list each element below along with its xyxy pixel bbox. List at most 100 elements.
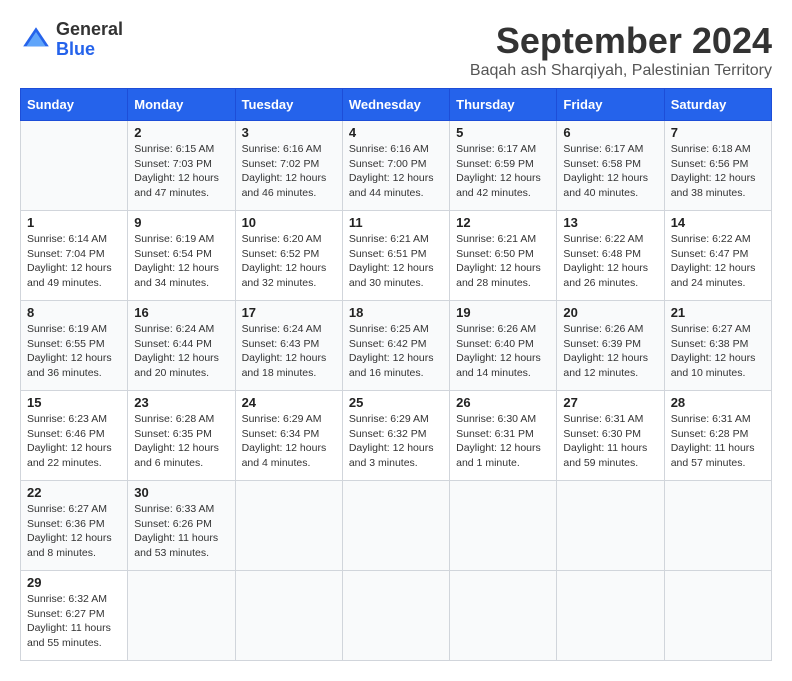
calendar-cell: 29 Sunrise: 6:32 AMSunset: 6:27 PMDayligh… [21, 571, 128, 661]
day-info: Sunrise: 6:23 AMSunset: 6:46 PMDaylight:… [27, 412, 121, 471]
day-number: 28 [671, 395, 765, 410]
header-day-tuesday: Tuesday [235, 89, 342, 121]
day-info: Sunrise: 6:21 AMSunset: 6:51 PMDaylight:… [349, 232, 443, 291]
day-number: 17 [242, 305, 336, 320]
day-number: 18 [349, 305, 443, 320]
day-number: 16 [134, 305, 228, 320]
day-info: Sunrise: 6:20 AMSunset: 6:52 PMDaylight:… [242, 232, 336, 291]
day-info: Sunrise: 6:17 AMSunset: 6:59 PMDaylight:… [456, 142, 550, 201]
day-number: 14 [671, 215, 765, 230]
day-info: Sunrise: 6:17 AMSunset: 6:58 PMDaylight:… [563, 142, 657, 201]
day-info: Sunrise: 6:18 AMSunset: 6:56 PMDaylight:… [671, 142, 765, 201]
title-section: September 2024 Baqah ash Sharqiyah, Pale… [470, 20, 772, 80]
calendar-cell: 18Sunrise: 6:25 AMSunset: 6:42 PMDayligh… [342, 301, 449, 391]
day-info: Sunrise: 6:31 AMSunset: 6:30 PMDaylight:… [563, 412, 657, 471]
calendar-cell [21, 121, 128, 211]
location-subtitle: Baqah ash Sharqiyah, Palestinian Territo… [470, 62, 772, 80]
calendar-cell: 6Sunrise: 6:17 AMSunset: 6:58 PMDaylight… [557, 121, 664, 211]
header-row: SundayMondayTuesdayWednesdayThursdayFrid… [21, 89, 772, 121]
day-info: Sunrise: 6:22 AMSunset: 6:48 PMDaylight:… [563, 232, 657, 291]
day-number: 20 [563, 305, 657, 320]
day-number: 11 [349, 215, 443, 230]
calendar-cell [557, 481, 664, 571]
calendar-cell: 23Sunrise: 6:28 AMSunset: 6:35 PMDayligh… [128, 391, 235, 481]
day-info: Sunrise: 6:24 AMSunset: 6:43 PMDaylight:… [242, 322, 336, 381]
calendar-cell: 5 Sunrise: 6:17 AMSunset: 6:59 PMDaylight… [450, 121, 557, 211]
calendar-row: 15 Sunrise: 6:23 AMSunset: 6:46 PMDayligh… [21, 391, 772, 481]
calendar-row: 2 Sunrise: 6:15 AMSunset: 7:03 PMDaylight… [21, 121, 772, 211]
calendar-table: SundayMondayTuesdayWednesdayThursdayFrid… [20, 88, 772, 661]
page-header: General Blue September 2024 Baqah ash Sh… [20, 20, 772, 80]
calendar-cell: 20 Sunrise: 6:26 AMSunset: 6:39 PMDayligh… [557, 301, 664, 391]
calendar-cell: 16 Sunrise: 6:24 AMSunset: 6:44 PMDayligh… [128, 301, 235, 391]
day-number: 3 [242, 125, 336, 140]
day-info: Sunrise: 6:27 AMSunset: 6:36 PMDaylight:… [27, 502, 121, 561]
calendar-cell: 15 Sunrise: 6:23 AMSunset: 6:46 PMDayligh… [21, 391, 128, 481]
day-info: Sunrise: 6:26 AMSunset: 6:40 PMDaylight:… [456, 322, 550, 381]
day-number: 24 [242, 395, 336, 410]
day-info: Sunrise: 6:19 AMSunset: 6:54 PMDaylight:… [134, 232, 228, 291]
day-number: 4 [349, 125, 443, 140]
calendar-row: 8 Sunrise: 6:19 AMSunset: 6:55 PMDaylight… [21, 301, 772, 391]
calendar-cell: 27 Sunrise: 6:31 AMSunset: 6:30 PMDayligh… [557, 391, 664, 481]
calendar-cell: 14 Sunrise: 6:22 AMSunset: 6:47 PMDayligh… [664, 211, 771, 301]
day-number: 27 [563, 395, 657, 410]
calendar-cell [664, 481, 771, 571]
day-number: 8 [27, 305, 121, 320]
calendar-cell: 2 Sunrise: 6:15 AMSunset: 7:03 PMDaylight… [128, 121, 235, 211]
month-title: September 2024 [470, 20, 772, 62]
calendar-cell: 3Sunrise: 6:16 AMSunset: 7:02 PMDaylight… [235, 121, 342, 211]
day-info: Sunrise: 6:22 AMSunset: 6:47 PMDaylight:… [671, 232, 765, 291]
calendar-cell [450, 481, 557, 571]
day-number: 9 [134, 215, 228, 230]
calendar-cell: 25 Sunrise: 6:29 AMSunset: 6:32 PMDayligh… [342, 391, 449, 481]
day-number: 29 [27, 575, 121, 590]
day-number: 22 [27, 485, 121, 500]
logo-icon [20, 24, 52, 56]
calendar-cell: 8 Sunrise: 6:19 AMSunset: 6:55 PMDaylight… [21, 301, 128, 391]
day-number: 15 [27, 395, 121, 410]
header-day-sunday: Sunday [21, 89, 128, 121]
calendar-cell: 9 Sunrise: 6:19 AMSunset: 6:54 PMDaylight… [128, 211, 235, 301]
calendar-cell: 30Sunrise: 6:33 AMSunset: 6:26 PMDayligh… [128, 481, 235, 571]
calendar-cell: 19Sunrise: 6:26 AMSunset: 6:40 PMDayligh… [450, 301, 557, 391]
day-number: 25 [349, 395, 443, 410]
calendar-cell [342, 571, 449, 661]
calendar-cell: 11 Sunrise: 6:21 AMSunset: 6:51 PMDayligh… [342, 211, 449, 301]
header-day-wednesday: Wednesday [342, 89, 449, 121]
day-info: Sunrise: 6:26 AMSunset: 6:39 PMDaylight:… [563, 322, 657, 381]
day-number: 12 [456, 215, 550, 230]
day-number: 5 [456, 125, 550, 140]
day-number: 10 [242, 215, 336, 230]
day-info: Sunrise: 6:24 AMSunset: 6:44 PMDaylight:… [134, 322, 228, 381]
calendar-cell: 10 Sunrise: 6:20 AMSunset: 6:52 PMDayligh… [235, 211, 342, 301]
header-day-friday: Friday [557, 89, 664, 121]
day-number: 21 [671, 305, 765, 320]
logo-text: General Blue [56, 20, 123, 60]
day-info: Sunrise: 6:15 AMSunset: 7:03 PMDaylight:… [134, 142, 228, 201]
header-day-saturday: Saturday [664, 89, 771, 121]
logo-general: General [56, 20, 123, 40]
day-number: 2 [134, 125, 228, 140]
day-info: Sunrise: 6:21 AMSunset: 6:50 PMDaylight:… [456, 232, 550, 291]
calendar-cell: 24Sunrise: 6:29 AMSunset: 6:34 PMDayligh… [235, 391, 342, 481]
day-info: Sunrise: 6:29 AMSunset: 6:32 PMDaylight:… [349, 412, 443, 471]
calendar-cell: 7 Sunrise: 6:18 AMSunset: 6:56 PMDaylight… [664, 121, 771, 211]
calendar-row: 29 Sunrise: 6:32 AMSunset: 6:27 PMDayligh… [21, 571, 772, 661]
calendar-cell: 28 Sunrise: 6:31 AMSunset: 6:28 PMDayligh… [664, 391, 771, 481]
day-info: Sunrise: 6:32 AMSunset: 6:27 PMDaylight:… [27, 592, 121, 651]
day-info: Sunrise: 6:27 AMSunset: 6:38 PMDaylight:… [671, 322, 765, 381]
header-day-thursday: Thursday [450, 89, 557, 121]
calendar-cell [128, 571, 235, 661]
day-info: Sunrise: 6:31 AMSunset: 6:28 PMDaylight:… [671, 412, 765, 471]
day-info: Sunrise: 6:19 AMSunset: 6:55 PMDaylight:… [27, 322, 121, 381]
calendar-cell: 13Sunrise: 6:22 AMSunset: 6:48 PMDayligh… [557, 211, 664, 301]
calendar-row: 22 Sunrise: 6:27 AMSunset: 6:36 PMDayligh… [21, 481, 772, 571]
day-info: Sunrise: 6:30 AMSunset: 6:31 PMDaylight:… [456, 412, 550, 471]
day-number: 7 [671, 125, 765, 140]
calendar-cell [342, 481, 449, 571]
day-number: 30 [134, 485, 228, 500]
calendar-cell: 17 Sunrise: 6:24 AMSunset: 6:43 PMDayligh… [235, 301, 342, 391]
day-number: 26 [456, 395, 550, 410]
calendar-cell [664, 571, 771, 661]
